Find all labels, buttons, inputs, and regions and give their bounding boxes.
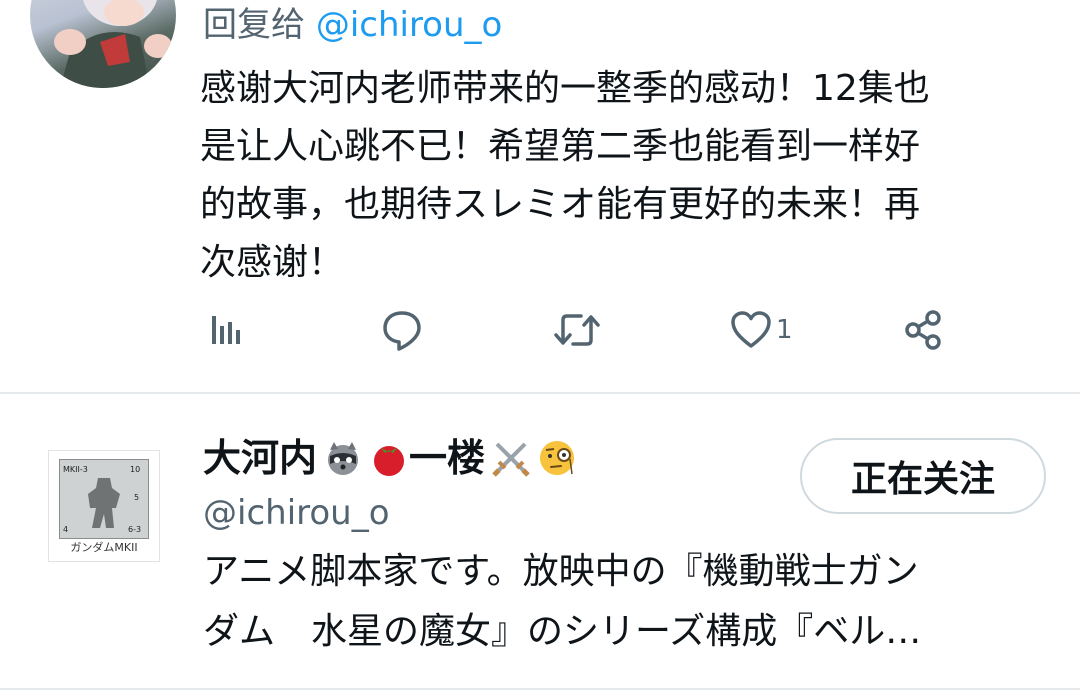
- reply-prefix: 回复给: [203, 5, 305, 45]
- profile-avatar[interactable]: MKII-3 10 5 4 6-3 ガンダムMKII: [48, 450, 160, 562]
- reply-tweet[interactable]: 回复给 @ichirou_o 感谢大河内老师带来的一整季的感动！12集也 是让人…: [0, 0, 1080, 393]
- svg-text:4: 4: [63, 525, 68, 534]
- raccoon-icon: [328, 442, 359, 475]
- like-count: 1: [776, 315, 793, 345]
- analytics-icon: [212, 316, 240, 344]
- display-name-suffix: 一楼: [409, 436, 486, 480]
- display-name[interactable]: 大河内 一楼: [203, 432, 577, 484]
- reply-to-line: 回复给 @ichirou_o: [203, 2, 502, 48]
- avatar-caption: ガンダムMKII: [70, 541, 138, 554]
- svg-text:10: 10: [130, 465, 140, 474]
- display-name-text: 大河内: [203, 436, 318, 480]
- avatar[interactable]: [30, 0, 176, 88]
- crossed-swords-icon: [492, 442, 530, 477]
- share-button[interactable]: [903, 302, 945, 358]
- profile-card[interactable]: MKII-3 10 5 4 6-3 ガンダムMKII 大河内 一楼 @ichir…: [0, 394, 1080, 692]
- monocle-face-icon: [540, 441, 575, 475]
- bio-line: ダム 水星の魔女』のシリーズ構成『ベル…: [203, 611, 922, 652]
- svg-text:5: 5: [134, 493, 139, 502]
- reply-handle-link[interactable]: @ichirou_o: [316, 5, 503, 45]
- bio-line: アニメ脚本家です。放映中の『機動戦士ガン: [203, 551, 919, 592]
- svg-text:MKII-3: MKII-3: [63, 465, 88, 474]
- divider: [0, 688, 1080, 690]
- retweet-button[interactable]: [553, 302, 601, 358]
- action-bar: 1: [0, 302, 1080, 358]
- share-icon: [905, 310, 941, 350]
- tweet-text: 感谢大河内老师带来的一整季的感动！12集也 是让人心跳不已！希望第二季也能看到一…: [200, 68, 930, 283]
- profile-handle: @ichirou_o: [203, 493, 390, 533]
- following-button[interactable]: 正在关注: [800, 438, 1046, 514]
- heart-icon: [731, 311, 771, 348]
- reply-button[interactable]: [380, 302, 424, 358]
- retweet-icon: [554, 314, 600, 346]
- views-button[interactable]: [208, 302, 244, 358]
- profile-bio: アニメ脚本家です。放映中の『機動戦士ガン ダム 水星の魔女』のシリーズ構成『ベル…: [203, 542, 1033, 662]
- tomato-icon: [374, 446, 405, 476]
- reply-icon: [383, 311, 421, 351]
- avatar-card-image: MKII-3 10 5 4 6-3: [59, 459, 149, 539]
- like-button[interactable]: 1: [730, 302, 793, 358]
- svg-text:6-3: 6-3: [128, 525, 141, 534]
- avatar-illustration: [54, 0, 172, 88]
